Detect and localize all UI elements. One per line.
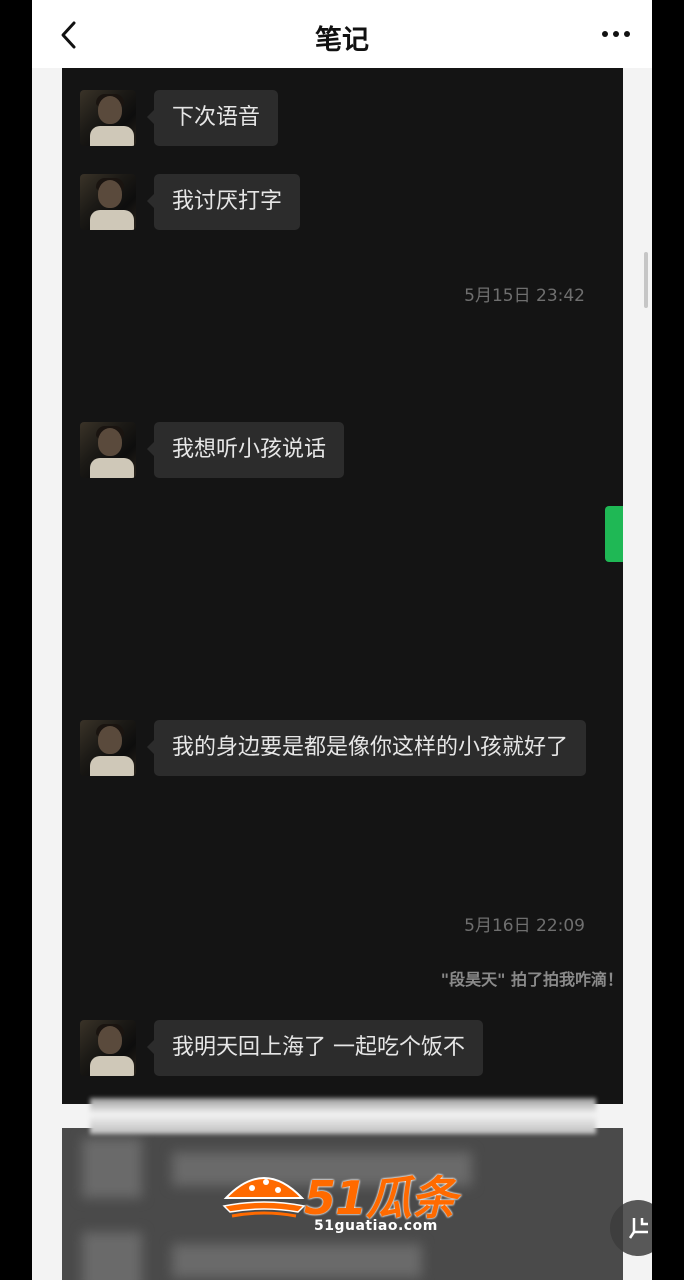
scrollbar[interactable] [644,252,648,308]
avatar [80,90,136,146]
avatar [80,174,136,230]
watermark-url: 51guatiao.com [314,1218,438,1234]
top-nav-bar: 笔记 [32,0,652,68]
chat-screenshot: 下次语音 我讨厌打字 5月15日 23:42 我想听小孩说话 我的身边要是都是像… [62,68,623,1104]
note-page: 笔记 下次语音 我讨厌打字 5月15日 23:42 我想听小孩说话 我的身边要是… [32,0,652,1280]
side-tab[interactable] [605,506,623,562]
collapse-icon [628,1218,648,1239]
blur-divider [90,1098,596,1134]
message-timestamp: 5月16日 22:09 [464,916,585,936]
blurred-avatar [82,1232,142,1280]
watermark-logo: 51瓜条 51guatiao.com [222,1162,462,1236]
system-notice: "段昊天" 拍了拍我咋滴！ [440,970,623,989]
message-timestamp: 5月15日 23:42 [464,286,585,306]
message-bubble: 我明天回上海了 一起吃个饭不 [147,1020,483,1076]
avatar [80,422,136,478]
page-title: 笔记 [315,25,369,56]
collapse-button[interactable] [610,1200,652,1256]
blurred-avatar [82,1138,142,1198]
more-dots-icon[interactable] [600,24,632,44]
blurred-bubble [172,1244,422,1278]
avatar [80,1020,136,1076]
message-bubble: 我想听小孩说话 [146,422,345,478]
avatar [80,720,136,776]
watermelon-icon [222,1168,306,1224]
message-bubble: 我讨厌打字 [146,174,301,230]
message-bubble: 我的身边要是都是像你这样的小孩就好了 [146,720,587,776]
message-bubble: 下次语音 [146,90,279,146]
